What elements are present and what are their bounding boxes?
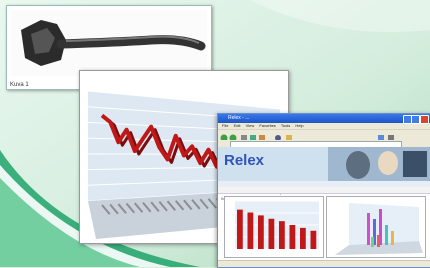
banner: Relex: [218, 147, 430, 181]
title-bar: Relex - ...: [218, 114, 430, 124]
bar-chart-panel: [224, 196, 324, 258]
photo-caption: Kuva 1: [10, 82, 29, 88]
bar-chart: [235, 200, 319, 250]
bar: [310, 230, 317, 249]
toolbar: [218, 129, 430, 142]
bar: [268, 218, 275, 249]
column-bar: [391, 231, 394, 245]
menu-help[interactable]: Help: [295, 123, 303, 128]
banner-image: [328, 147, 430, 181]
column-bar: [385, 225, 388, 245]
menu-edit[interactable]: Edit: [234, 123, 241, 128]
menu-view[interactable]: View: [246, 123, 255, 128]
bar: [289, 225, 296, 249]
bar: [237, 209, 243, 249]
menu-tools[interactable]: Tools: [281, 123, 290, 128]
window-title: Relex - ...: [228, 115, 250, 121]
bar: [247, 212, 254, 249]
maximize-button[interactable]: [411, 115, 420, 124]
bar: [300, 227, 306, 249]
column-bar: [367, 213, 370, 245]
column-bar: [377, 235, 380, 247]
close-button[interactable]: [420, 115, 429, 124]
bar: [258, 215, 264, 249]
status-bar: [218, 260, 430, 267]
column-bar: [371, 237, 374, 247]
column3d-chart: [335, 203, 423, 255]
menu-favorites[interactable]: Favorites: [259, 123, 275, 128]
browser-window: Relex - ... File Edit View Favorites Too…: [217, 113, 430, 268]
address-bar: [218, 140, 430, 148]
sub-tabs: Kuva Taulukko Tilastot Vertailu: [218, 187, 430, 201]
hose-photo: [11, 10, 207, 76]
menu-file[interactable]: File: [222, 123, 228, 128]
bar: [279, 221, 285, 249]
column3d-panel: [326, 196, 426, 258]
